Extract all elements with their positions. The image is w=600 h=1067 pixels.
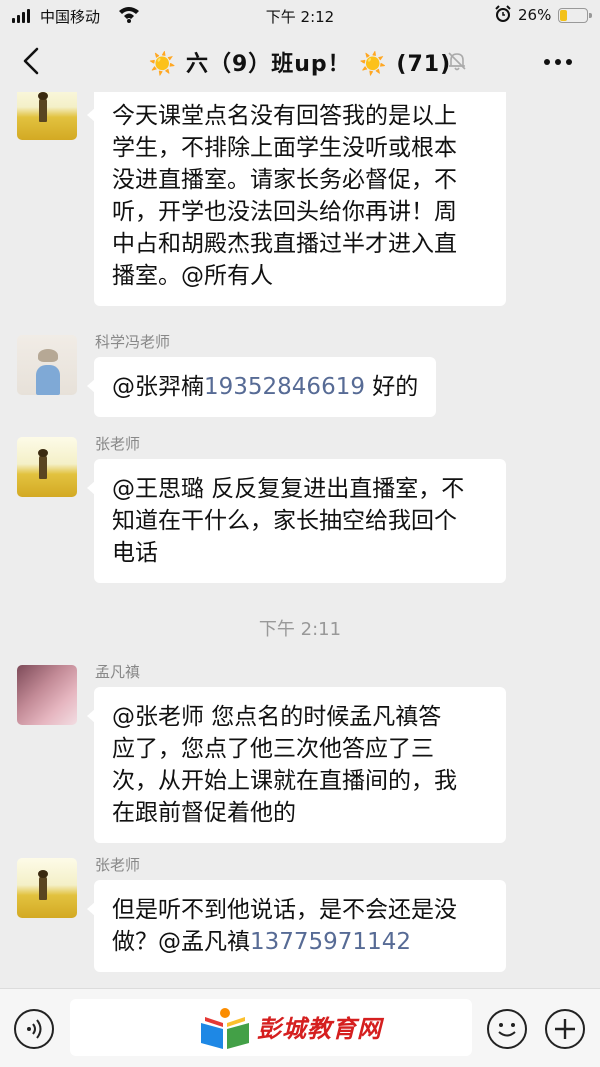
sender-name: 孟凡禛 xyxy=(95,663,141,681)
sender-name: 张老师 xyxy=(95,435,141,453)
mute-bell-icon xyxy=(448,52,466,71)
battery-level xyxy=(560,10,567,21)
battery-percent: 26% xyxy=(518,6,552,24)
add-button[interactable] xyxy=(545,1009,585,1049)
voice-icon xyxy=(27,1019,42,1039)
nav-bar: ☀️ 六（9）班up！ ☀️ (71) xyxy=(0,30,600,92)
message-line: @张老师 您点名的时候孟凡禛答 xyxy=(112,704,442,730)
message-bubble[interactable]: @张羿楠19352846619 好的 xyxy=(86,357,437,417)
message-bubble[interactable]: @张老师 您点名的时候孟凡禛答 应了，您点了他三次他答应了三 次，从开始上课就在… xyxy=(87,687,506,843)
book-logo-icon xyxy=(201,1008,249,1049)
message-line: 应了，您点了他三次他答应了三 xyxy=(112,736,434,762)
message-line: 但是听不到他说话，是不会还是没 xyxy=(112,897,457,923)
message-bubble[interactable]: @王思璐 反反复复进出直播室，不 知道在干什么，家长抽空给我回个 电话 xyxy=(87,459,506,583)
voice-button[interactable] xyxy=(14,1009,54,1049)
message-line: 次，从开始上课就在直播间的，我 xyxy=(112,768,457,794)
message-line: 做？@孟凡禛13775971142 xyxy=(112,926,488,958)
message-line: @王思璐 反反复复进出直播室，不 xyxy=(112,476,465,502)
sender-avatar[interactable] xyxy=(17,437,77,497)
time-divider: 下午 2:11 xyxy=(258,619,342,640)
phone-link[interactable]: 19352846619 xyxy=(204,374,365,400)
sender-avatar[interactable] xyxy=(17,665,77,725)
message-line: 学生，不排除上面学生没听或根本 xyxy=(112,135,457,161)
member-count: (71) xyxy=(396,52,452,77)
message-line: 听，开学也没法回头给你再讲！周 xyxy=(112,199,457,225)
group-name: 六（9）班up！ xyxy=(185,52,351,77)
sun-icon: ☀️ xyxy=(148,52,178,77)
sun-icon: ☀️ xyxy=(359,52,388,77)
message-line: 今天课堂点名没有回答我的是以上 xyxy=(112,103,457,129)
plus-icon xyxy=(555,1019,575,1039)
message-list: 今天课堂点名没有回答我的是以上 学生，不排除上面学生没听或根本 没进直播室。请家… xyxy=(0,92,600,988)
phone-link[interactable]: 13775971142 xyxy=(250,929,411,955)
message-line: 中占和胡殿杰我直播过半才进入直 xyxy=(112,231,457,257)
sender-name: 张老师 xyxy=(95,856,141,874)
mention: @张羿楠 xyxy=(112,374,204,400)
mention: 做？@孟凡禛 xyxy=(112,929,250,955)
message-line: 没进直播室。请家长务必督促，不 xyxy=(112,167,457,193)
battery-icon xyxy=(558,8,592,23)
status-bar: 中国移动 下午 2:12 26% xyxy=(0,0,600,30)
message-line: 播室。@所有人 xyxy=(112,263,273,289)
sender-avatar[interactable] xyxy=(17,335,77,395)
watermark: 彭城教育网 xyxy=(197,1005,417,1053)
emoji-button[interactable] xyxy=(487,1009,527,1049)
sender-name: 科学冯老师 xyxy=(95,333,171,351)
more-options-icon[interactable] xyxy=(544,59,572,65)
sender-avatar[interactable] xyxy=(17,92,77,140)
alarm-icon xyxy=(495,5,511,22)
message-line: 电话 xyxy=(112,540,158,566)
message-line: 知道在干什么，家长抽空给我回个 xyxy=(112,508,457,534)
emoji-icon xyxy=(498,1023,516,1037)
sender-avatar[interactable] xyxy=(17,858,77,918)
message-bubble[interactable]: 但是听不到他说话，是不会还是没 做？@孟凡禛13775971142 xyxy=(87,880,506,972)
message-bubble[interactable]: 今天课堂点名没有回答我的是以上 学生，不排除上面学生没听或根本 没进直播室。请家… xyxy=(87,92,506,306)
message-line: 在跟前督促着他的 xyxy=(112,800,296,826)
watermark-text: 彭城教育网 xyxy=(257,1015,382,1043)
chat-title[interactable]: ☀️ 六（9）班up！ ☀️ (71) xyxy=(0,46,600,78)
message-text: 好的 xyxy=(364,374,419,400)
